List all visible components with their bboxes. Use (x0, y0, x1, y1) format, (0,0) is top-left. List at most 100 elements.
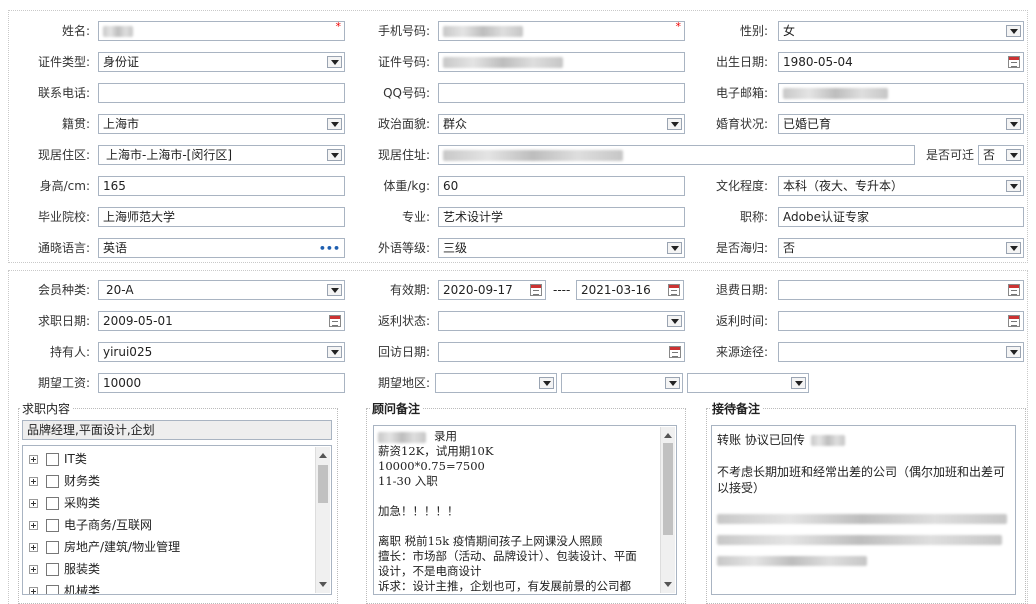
expand-icon[interactable] (29, 587, 38, 594)
chevron-down-icon[interactable] (1006, 149, 1021, 161)
scroll-down-icon[interactable] (319, 582, 327, 587)
title-field[interactable]: Adobe认证专家 (778, 207, 1024, 227)
expand-icon[interactable] (29, 477, 38, 486)
scroll-up-icon[interactable] (319, 453, 327, 458)
calendar-icon[interactable] (669, 346, 681, 358)
validity-start-field[interactable]: 2020-09-17 (438, 280, 546, 300)
name-field[interactable]: * (98, 21, 345, 41)
rebate-status-select[interactable] (438, 311, 685, 331)
member-type-select[interactable]: 20-A (98, 280, 345, 300)
rebate-time-field[interactable] (778, 311, 1024, 331)
chevron-down-icon[interactable] (327, 346, 342, 358)
calendar-icon[interactable] (530, 284, 542, 296)
education-value: 本科（夜大、专升本） (783, 179, 904, 193)
reception-note-textarea[interactable]: 转账 协议已回传 不考虑长期加班和经常出差的公司（偶尔加班和出差可以接受） (711, 425, 1016, 595)
scroll-down-icon[interactable] (664, 582, 672, 587)
checkbox[interactable] (46, 475, 59, 488)
weight-field[interactable]: 60 (438, 176, 685, 196)
height-field[interactable]: 165 (98, 176, 345, 196)
chevron-down-icon[interactable] (327, 56, 342, 68)
mobile-field[interactable]: * (438, 21, 685, 41)
tree-item-purchasing[interactable]: 采购类 (29, 495, 100, 511)
chevron-down-icon[interactable] (665, 377, 680, 389)
returnee-select[interactable]: 否 (778, 238, 1024, 258)
apply-date-field[interactable]: 2009-05-01 (98, 311, 345, 331)
phone-field[interactable] (98, 83, 345, 103)
member-type-label: 会员种类: (37, 283, 90, 297)
chevron-down-icon[interactable] (539, 377, 554, 389)
note-line-text: 录用 (434, 429, 457, 443)
area-province-select[interactable] (435, 373, 557, 393)
checkbox[interactable] (46, 519, 59, 532)
checkbox[interactable] (46, 541, 59, 554)
calendar-icon[interactable] (329, 315, 341, 327)
validity-end-field[interactable]: 2021-03-16 (576, 280, 684, 300)
area-city-select[interactable] (561, 373, 683, 393)
chevron-down-icon[interactable] (667, 315, 682, 327)
expand-icon[interactable] (29, 521, 38, 530)
chevron-down-icon[interactable] (667, 242, 682, 254)
checkbox[interactable] (46, 563, 59, 576)
tree-item-realestate[interactable]: 房地产/建筑/物业管理 (29, 539, 180, 555)
calendar-icon[interactable] (1008, 315, 1020, 327)
relocate-select[interactable]: 否 (978, 145, 1024, 165)
more-options-icon[interactable]: ••• (319, 240, 340, 257)
school-field[interactable]: 上海师范大学 (98, 207, 345, 227)
politics-select[interactable]: 群众 (438, 114, 685, 134)
expand-icon[interactable] (29, 499, 38, 508)
calendar-icon[interactable] (668, 284, 680, 296)
visit-date-field[interactable] (438, 342, 685, 362)
chevron-down-icon[interactable] (327, 149, 342, 161)
major-field[interactable]: 艺术设计学 (438, 207, 685, 227)
qq-field[interactable] (438, 83, 685, 103)
residence-select[interactable]: 上海市-上海市-[闵行区] (98, 145, 345, 165)
tree-item-it[interactable]: IT类 (29, 451, 87, 467)
calendar-icon[interactable] (1008, 56, 1020, 68)
native-select[interactable]: 上海市 (98, 114, 345, 134)
checkbox[interactable] (46, 585, 59, 594)
marital-select[interactable]: 已婚已育 (778, 114, 1024, 134)
tree-item-finance[interactable]: 财务类 (29, 473, 100, 489)
tree-item-ecommerce[interactable]: 电子商务/互联网 (29, 517, 152, 533)
language-field[interactable]: 英语 ••• (98, 238, 345, 258)
chevron-down-icon[interactable] (1006, 346, 1021, 358)
chevron-down-icon[interactable] (327, 284, 342, 296)
education-select[interactable]: 本科（夜大、专升本） (778, 176, 1024, 196)
chevron-down-icon[interactable] (1006, 118, 1021, 130)
chevron-down-icon[interactable] (667, 118, 682, 130)
address-field[interactable] (438, 145, 915, 165)
checkbox[interactable] (46, 497, 59, 510)
chevron-down-icon[interactable] (1006, 180, 1021, 192)
consultant-note-textarea[interactable]: 录用 薪资12K，试用期10K 10000*0.75=7500 11-30 入职… (373, 425, 677, 595)
expand-icon[interactable] (29, 565, 38, 574)
expand-icon[interactable] (29, 543, 38, 552)
chevron-down-icon[interactable] (1006, 25, 1021, 37)
holder-select[interactable]: yirui025 (98, 342, 345, 362)
email-field[interactable] (778, 83, 1024, 103)
note-scrollbar[interactable] (660, 427, 675, 593)
id-type-select[interactable]: 身份证 (98, 52, 345, 72)
id-no-field[interactable] (438, 52, 685, 72)
tree-item-apparel[interactable]: 服装类 (29, 561, 100, 577)
tree-item-label: 财务类 (64, 474, 101, 488)
scroll-up-icon[interactable] (664, 433, 672, 438)
chevron-down-icon[interactable] (791, 377, 806, 389)
foreign-level-select[interactable]: 三级 (438, 238, 685, 258)
birth-date-field[interactable]: 1980-05-04 (778, 52, 1024, 72)
gender-select[interactable]: 女 (778, 21, 1024, 41)
salary-field[interactable]: 10000 (98, 373, 345, 393)
checkbox[interactable] (46, 453, 59, 466)
scroll-thumb[interactable] (663, 443, 673, 535)
job-selected-field[interactable]: 品牌经理,平面设计,企划 (22, 420, 332, 440)
expand-icon[interactable] (29, 455, 38, 464)
tree-item-machinery[interactable]: 机械类 (29, 583, 100, 594)
scroll-thumb[interactable] (318, 465, 328, 503)
source-select[interactable] (778, 342, 1024, 362)
chevron-down-icon[interactable] (1006, 242, 1021, 254)
area-district-select[interactable] (687, 373, 809, 393)
tree-scrollbar[interactable] (315, 447, 330, 593)
chevron-down-icon[interactable] (327, 118, 342, 130)
refund-date-field[interactable] (778, 280, 1024, 300)
refund-date-label: 退费日期: (715, 283, 768, 297)
calendar-icon[interactable] (1008, 284, 1020, 296)
